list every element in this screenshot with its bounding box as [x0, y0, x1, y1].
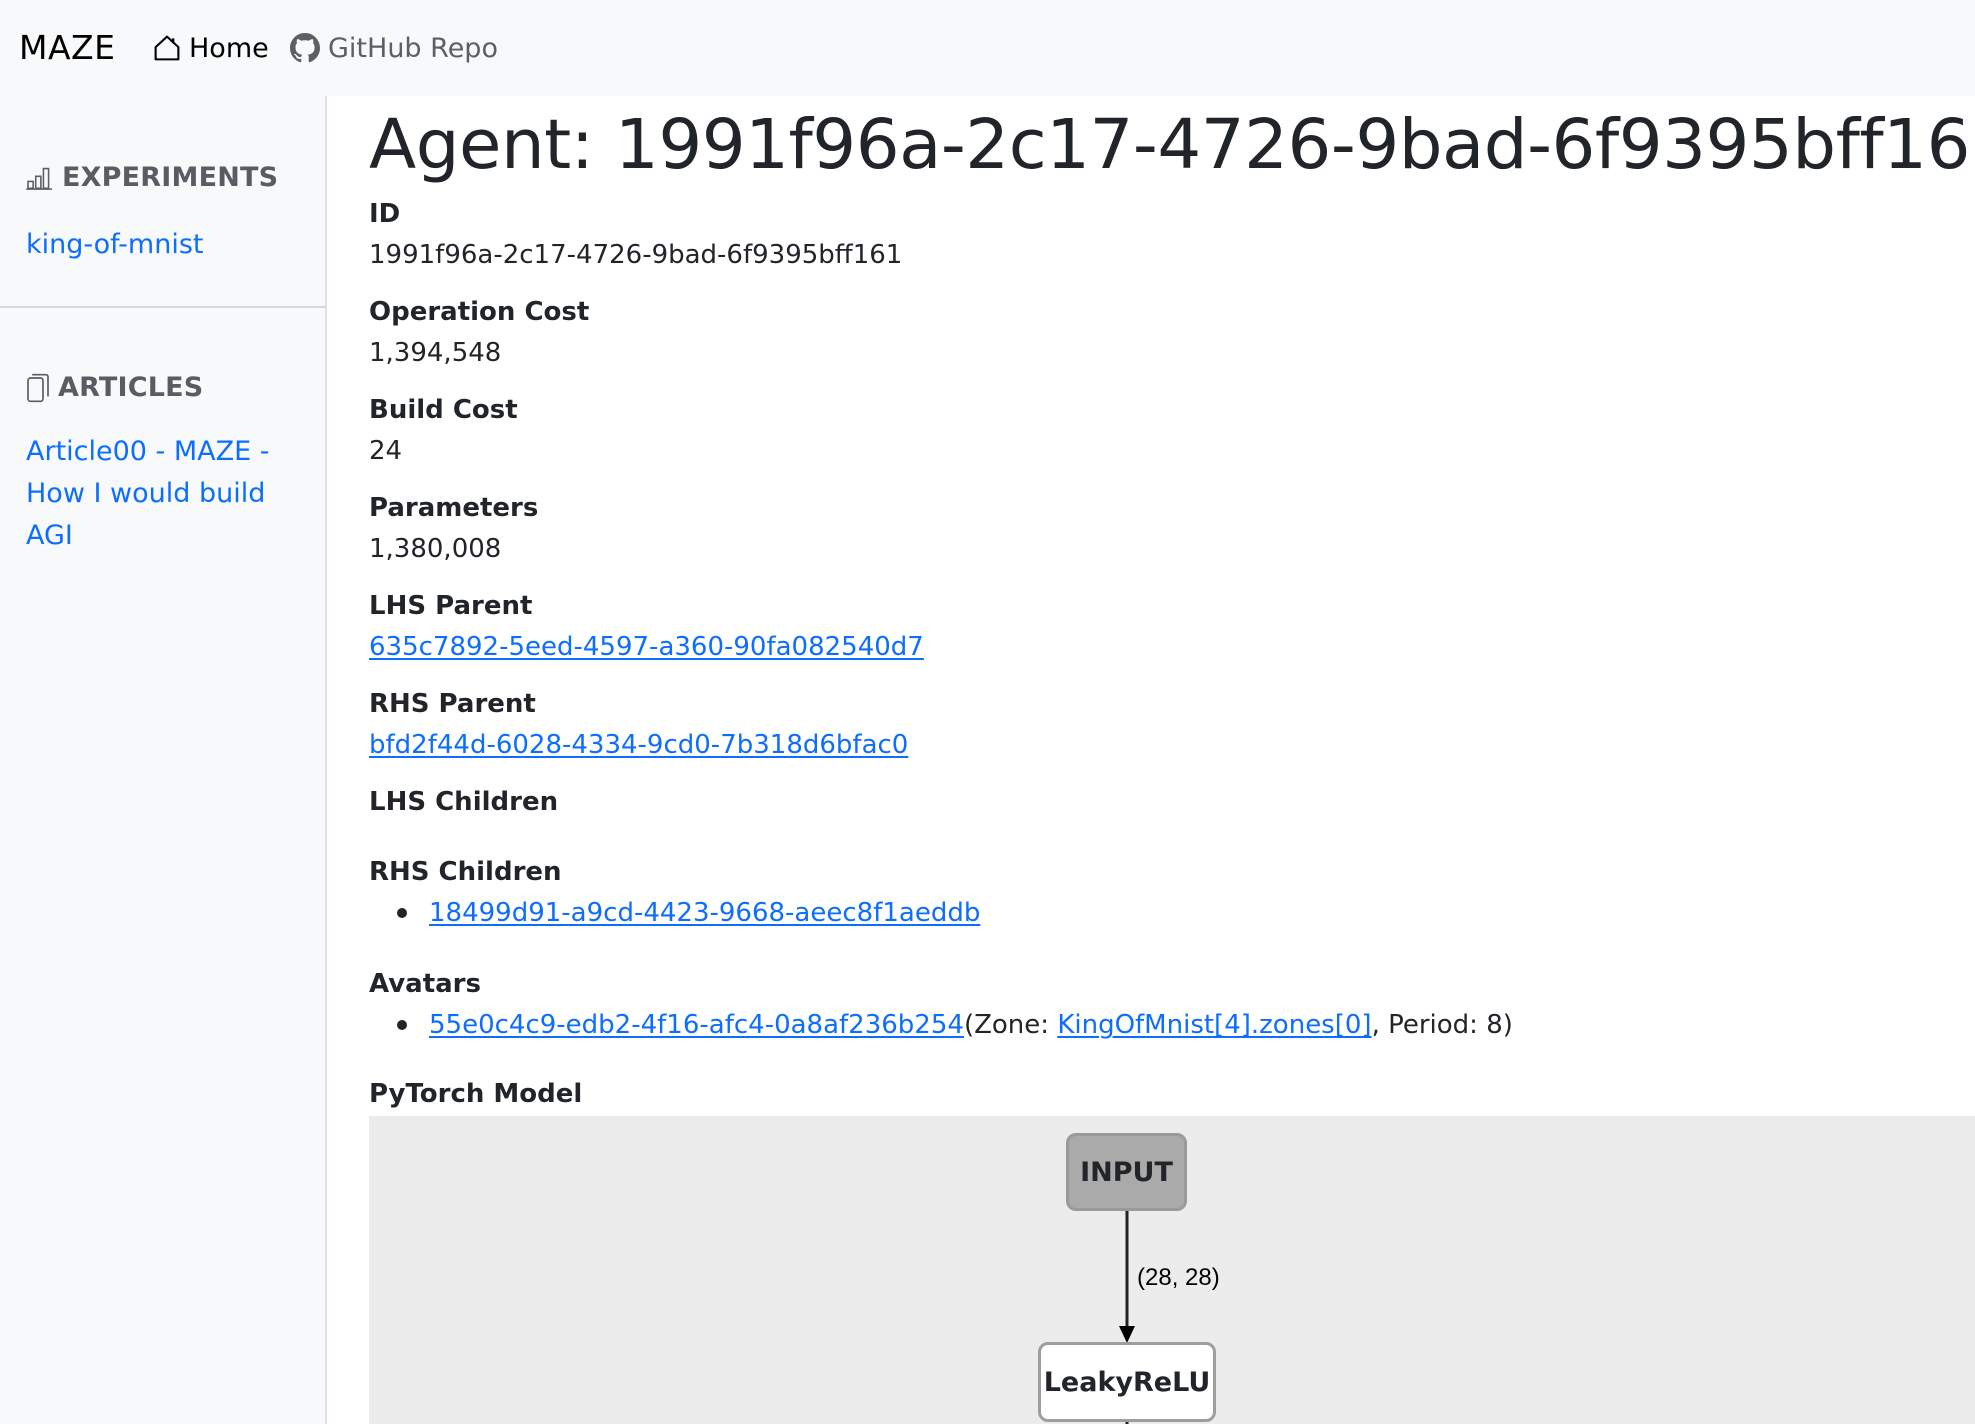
lhs-parent-link[interactable]: 635c7892-5eed-4597-a360-90fa082540d7	[369, 632, 924, 662]
pytorch-model-label: PyTorch Model	[369, 1079, 583, 1109]
nav-home-label: Home	[189, 32, 269, 64]
bullet	[397, 908, 407, 918]
brand-logo-link[interactable]: MAZE	[19, 26, 116, 70]
edge-arrowhead	[1119, 1326, 1135, 1343]
sidebar-divider	[0, 306, 325, 308]
avatar-zone-link[interactable]: KingOfMnist[4].zones[0]	[1057, 1005, 1371, 1045]
sidebar-heading-articles-label: ARTICLES	[58, 372, 204, 403]
rhs-parent-label: RHS Parent	[369, 689, 536, 719]
github-icon	[290, 33, 320, 63]
article-line-2: How I would build	[26, 478, 266, 509]
sidebar-heading-experiments: EXPERIMENTS	[26, 162, 278, 193]
operation-cost-label: Operation Cost	[369, 297, 590, 327]
nav-github-link[interactable]: GitHub Repo	[290, 28, 498, 68]
edge-label: (28, 28)	[1137, 1264, 1220, 1291]
files-icon	[27, 373, 49, 402]
top-navbar: MAZE Home GitHub Repo	[0, 0, 1975, 96]
id-label: ID	[369, 199, 401, 229]
rhs-children-label: RHS Children	[369, 857, 562, 887]
pytorch-model-graph[interactable]: INPUT (28, 28) LeakyReLU	[369, 1116, 1975, 1424]
article-line-1: Article00 - MAZE -	[26, 436, 270, 467]
operation-cost-value: 1,394,548	[369, 338, 502, 368]
rhs-parent-link[interactable]: bfd2f44d-6028-4334-9cd0-7b318d6bfac0	[369, 730, 908, 760]
nav-home-link[interactable]: Home	[153, 28, 269, 68]
nav-github-label: GitHub Repo	[328, 32, 498, 64]
rhs-child-list-item: 18499d91-a9cd-4423-9668-aeec8f1aeddb	[397, 893, 980, 933]
lhs-children-label: LHS Children	[369, 787, 559, 817]
avatar-zone-prefix: (Zone:	[963, 1010, 1058, 1040]
lhs-parent-value: 635c7892-5eed-4597-a360-90fa082540d7	[369, 627, 924, 667]
build-cost-label: Build Cost	[369, 395, 518, 425]
bullet	[397, 1020, 407, 1030]
lhs-parent-label: LHS Parent	[369, 591, 533, 621]
parameters-label: Parameters	[369, 493, 539, 523]
sidebar: EXPERIMENTS king-of-mnist ARTICLES Artic…	[0, 96, 327, 1424]
rhs-parent-value: bfd2f44d-6028-4334-9cd0-7b318d6bfac0	[369, 725, 908, 765]
sidebar-item-king-of-mnist[interactable]: king-of-mnist	[26, 224, 204, 266]
sidebar-heading-articles: ARTICLES	[26, 372, 203, 403]
article-line-3: AGI	[26, 520, 73, 551]
bar-chart-icon	[26, 167, 52, 190]
avatar-list-item: 55e0c4c9-edb2-4f16-afc4-0a8af236b254 (Zo…	[397, 1005, 1513, 1045]
house-icon	[154, 35, 180, 61]
graph-node-leakyrelu[interactable]: LeakyReLU	[1038, 1342, 1216, 1422]
page-title: Agent: 1991f96a-2c17-4726-9bad-6f9395bff…	[369, 105, 1975, 185]
rhs-child-link[interactable]: 18499d91-a9cd-4423-9668-aeec8f1aeddb	[429, 893, 980, 933]
build-cost-value: 24	[369, 436, 403, 466]
sidebar-item-article00[interactable]: Article00 - MAZE - How I would build AGI	[26, 431, 270, 557]
graph-node-input[interactable]: INPUT	[1066, 1133, 1187, 1211]
avatar-link[interactable]: 55e0c4c9-edb2-4f16-afc4-0a8af236b254	[429, 1005, 964, 1045]
avatar-period-text: , Period: 8)	[1371, 1010, 1513, 1040]
id-value: 1991f96a-2c17-4726-9bad-6f9395bff161	[369, 240, 903, 270]
sidebar-heading-experiments-label: EXPERIMENTS	[62, 162, 279, 193]
parameters-value: 1,380,008	[369, 534, 502, 564]
avatars-label: Avatars	[369, 969, 481, 999]
